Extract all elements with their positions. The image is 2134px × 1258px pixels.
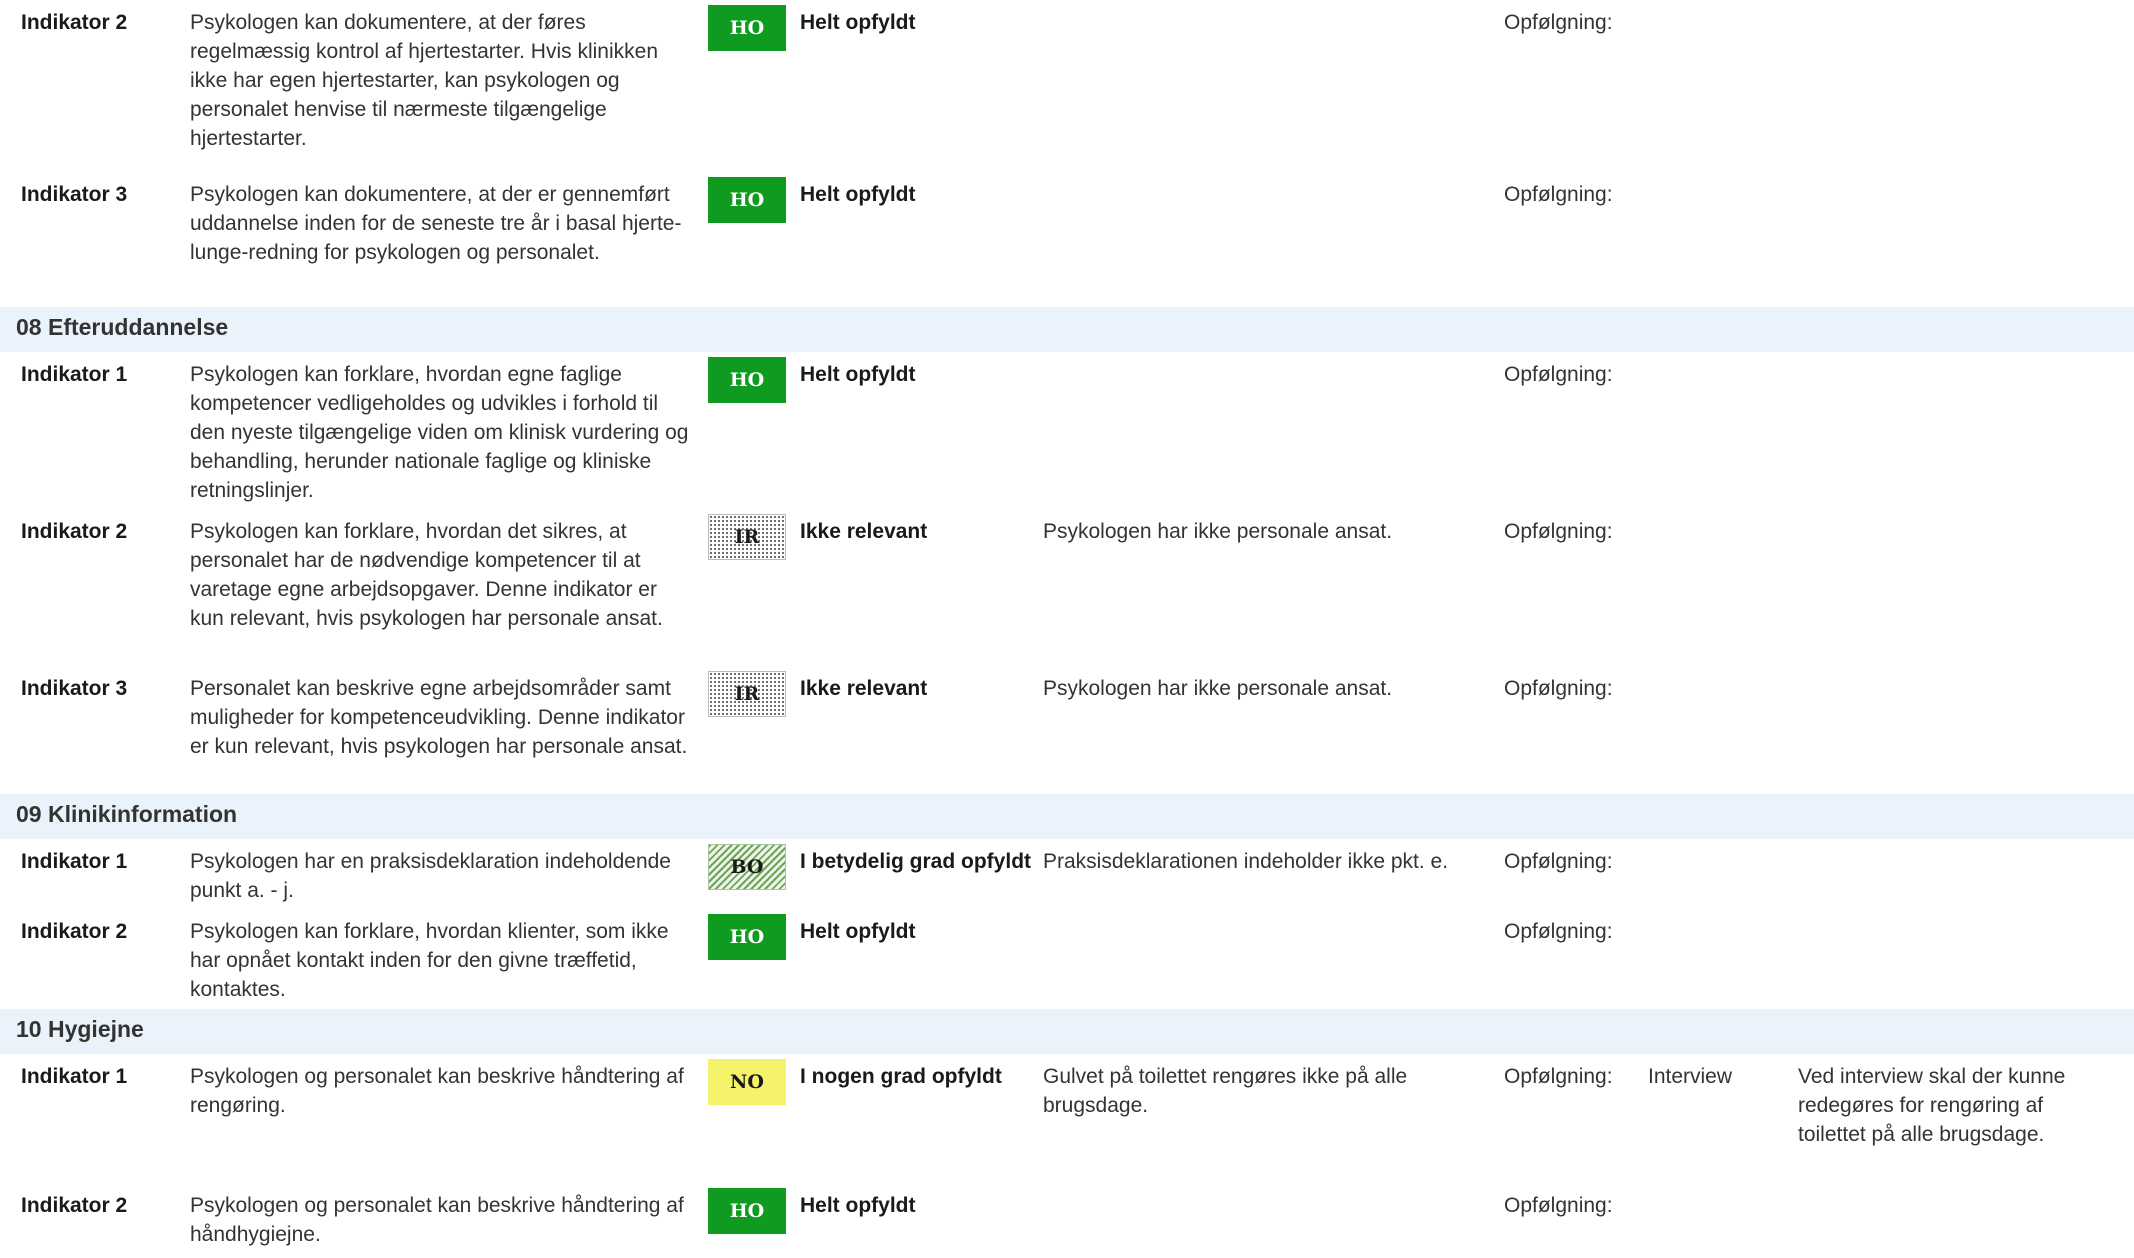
indicator-row: Indikator 1 Psykologen har en praksisdekl… xyxy=(0,839,2134,909)
rating-badge: BO xyxy=(708,844,786,890)
rating-badge: HO xyxy=(708,357,786,403)
rating-badge: HO xyxy=(708,1188,786,1234)
section-header: 10 Hygiejne xyxy=(0,1009,2134,1054)
inspection-report-page: Indikator 2 Psykologen kan dokumentere, a… xyxy=(0,0,2134,1258)
indicator-row: Indikator 2 Psykologen kan dokumentere, a… xyxy=(0,0,2134,172)
indicator-label: Indikator 2 xyxy=(21,11,128,34)
indicator-row: Indikator 1 Psykologen kan forklare, hvor… xyxy=(0,352,2134,509)
indicator-description: Personalet kan beskrive egne arbejdsområ… xyxy=(190,677,688,758)
indicator-label: Indikator 2 xyxy=(21,520,128,543)
section-title: 10 Hygiejne xyxy=(16,1016,144,1042)
rating-badge: NO xyxy=(708,1059,786,1105)
rating-badge: IR xyxy=(708,671,786,717)
indicator-row: Indikator 2 Psykologen kan forklare, hvor… xyxy=(0,909,2134,1009)
indicator-description: Psykologen og personalet kan beskrive hå… xyxy=(190,1065,684,1117)
indicator-label: Indikator 1 xyxy=(21,850,128,873)
status-text: Ikke relevant xyxy=(800,677,928,700)
status-text: Helt opfyldt xyxy=(800,183,916,206)
indicator-label: Indikator 3 xyxy=(21,183,128,206)
section-title: 08 Efteruddannelse xyxy=(16,314,229,340)
indicator-description: Psykologen har en praksisdeklaration ind… xyxy=(190,850,671,902)
indicator-label: Indikator 2 xyxy=(21,1194,128,1217)
assessment-comment: Psykologen har ikke personale ansat. xyxy=(1043,677,1393,700)
indicator-row: Indikator 2 Psykologen kan forklare, hvor… xyxy=(0,509,2134,666)
indicator-description: Psykologen kan forklare, hvordan egne fa… xyxy=(190,363,689,502)
followup-label: Opfølgning: xyxy=(1504,11,1613,34)
indicator-label: Indikator 2 xyxy=(21,920,128,943)
indicator-row: Indikator 3 Psykologen kan dokumentere, a… xyxy=(0,172,2134,307)
followup-label: Opfølgning: xyxy=(1504,520,1613,543)
status-text: I betydelig grad opfyldt xyxy=(800,850,1032,873)
rating-badge: HO xyxy=(708,5,786,51)
assessment-comment: Gulvet på toilettet rengøres ikke på all… xyxy=(1043,1065,1408,1117)
followup-note: Ved interview skal der kunne redegøres f… xyxy=(1798,1065,2066,1146)
followup-label: Opfølgning: xyxy=(1504,677,1613,700)
indicator-description: Psykologen kan dokumentere, at der føres… xyxy=(190,11,659,150)
indicator-description: Psykologen kan dokumentere, at der er ge… xyxy=(190,183,682,264)
section-header: 08 Efteruddannelse xyxy=(0,307,2134,352)
assessment-comment: Praksisdeklarationen indeholder ikke pkt… xyxy=(1043,850,1449,873)
followup-label: Opfølgning: xyxy=(1504,1194,1613,1217)
followup-label: Opfølgning: xyxy=(1504,363,1613,386)
indicator-label: Indikator 3 xyxy=(21,677,128,700)
indicator-row: Indikator 2 Psykologen og personalet kan … xyxy=(0,1183,2134,1258)
indicator-description: Psykologen kan forklare, hvordan kliente… xyxy=(190,920,669,1001)
followup-label: Opfølgning: xyxy=(1504,1065,1613,1088)
status-text: I nogen grad opfyldt xyxy=(800,1065,1002,1088)
followup-method: Interview xyxy=(1648,1065,1733,1088)
followup-label: Opfølgning: xyxy=(1504,183,1613,206)
indicator-row: Indikator 3 Personalet kan beskrive egne … xyxy=(0,666,2134,794)
rating-badge: HO xyxy=(708,914,786,960)
assessment-comment: Psykologen har ikke personale ansat. xyxy=(1043,520,1393,543)
rating-badge: HO xyxy=(708,177,786,223)
status-text: Helt opfyldt xyxy=(800,11,916,34)
status-text: Ikke relevant xyxy=(800,520,928,543)
section-title: 09 Klinikinformation xyxy=(16,801,238,827)
indicator-row: Indikator 1 Psykologen og personalet kan … xyxy=(0,1054,2134,1183)
followup-label: Opfølgning: xyxy=(1504,920,1613,943)
indicator-label: Indikator 1 xyxy=(21,1065,128,1088)
status-text: Helt opfyldt xyxy=(800,1194,916,1217)
status-text: Helt opfyldt xyxy=(800,363,916,386)
indicator-description: Psykologen og personalet kan beskrive hå… xyxy=(190,1194,684,1246)
indicator-description: Psykologen kan forklare, hvordan det sik… xyxy=(190,520,663,630)
followup-label: Opfølgning: xyxy=(1504,850,1613,873)
status-text: Helt opfyldt xyxy=(800,920,916,943)
rating-badge: IR xyxy=(708,514,786,560)
indicator-label: Indikator 1 xyxy=(21,363,128,386)
section-header: 09 Klinikinformation xyxy=(0,794,2134,839)
